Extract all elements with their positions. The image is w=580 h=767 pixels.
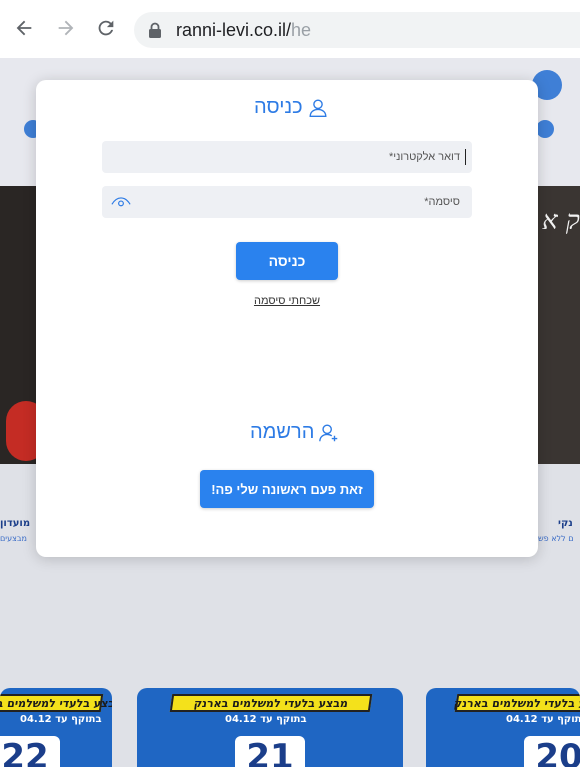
password-field[interactable]: [102, 186, 472, 218]
promo-valid-text: בתוקף עד 04.12: [506, 714, 580, 725]
banner-script-text: ק א: [542, 206, 580, 236]
forward-arrow-icon[interactable]: [52, 14, 80, 42]
promo-number: 21: [235, 736, 305, 767]
register-title-text: הרשמה: [250, 421, 315, 443]
background-nav-icon: [536, 120, 554, 138]
promo-card[interactable]: מבצע בלעדי למשלמים בארנק בתוקף עד 04.12 …: [0, 688, 112, 767]
email-input[interactable]: [102, 141, 460, 173]
background-caption-left: מועדון: [0, 518, 31, 529]
background-caption-right: נקי: [558, 518, 573, 529]
login-title: כניסה: [254, 96, 329, 119]
back-arrow-icon[interactable]: [10, 14, 38, 42]
text-cursor: [465, 149, 466, 165]
promo-number: 22: [0, 736, 60, 767]
address-bar[interactable]: ranni-levi.co.il/he: [134, 12, 580, 48]
forgot-password-link[interactable]: שכחתי סיסמה: [36, 295, 538, 307]
password-input[interactable]: [102, 186, 460, 218]
promo-strip: מבצע בלעדי למשלמים בארנק: [169, 694, 373, 712]
login-modal: כניסה כניסה שכחתי סיסמה הרשמה זאת פעם רא…: [36, 80, 538, 557]
background-banner-left: [0, 186, 36, 464]
url-text: ranni-levi.co.il/he: [176, 19, 312, 40]
background-subcaption-left: מבצעים: [0, 534, 27, 543]
user-add-icon: [319, 424, 338, 441]
promo-valid-text: בתוקף עד 04.12: [20, 714, 102, 725]
login-submit-button[interactable]: כניסה: [236, 242, 338, 280]
email-field[interactable]: [102, 141, 472, 173]
reload-icon[interactable]: [92, 14, 120, 42]
browser-toolbar: ranni-levi.co.il/he: [0, 0, 580, 58]
login-title-text: כניסה: [254, 96, 303, 118]
background-banner-right: ק א: [538, 186, 580, 464]
promo-card[interactable]: מבצע בלעדי למשלמים בארנק בתוקף עד 04.12 …: [426, 688, 580, 767]
lock-icon: [149, 22, 161, 38]
promo-card[interactable]: מבצע בלעדי למשלמים בארנק בתוקף עד 04.12 …: [137, 688, 403, 767]
promo-number: 20: [524, 736, 580, 767]
user-icon: [309, 99, 327, 117]
first-time-register-button[interactable]: זאת פעם ראשונה שלי פה!: [200, 470, 374, 508]
background-subcaption-right: ם ללא פש: [538, 534, 574, 543]
promo-valid-text: בתוקף עד 04.12: [225, 714, 307, 725]
promo-strip: מבצע בלעדי למשלמים בארנק: [0, 694, 112, 712]
promo-strip: מבצע בלעדי למשלמים בארנק: [453, 694, 580, 712]
eye-icon[interactable]: [110, 194, 132, 210]
register-title: הרשמה: [250, 421, 340, 444]
